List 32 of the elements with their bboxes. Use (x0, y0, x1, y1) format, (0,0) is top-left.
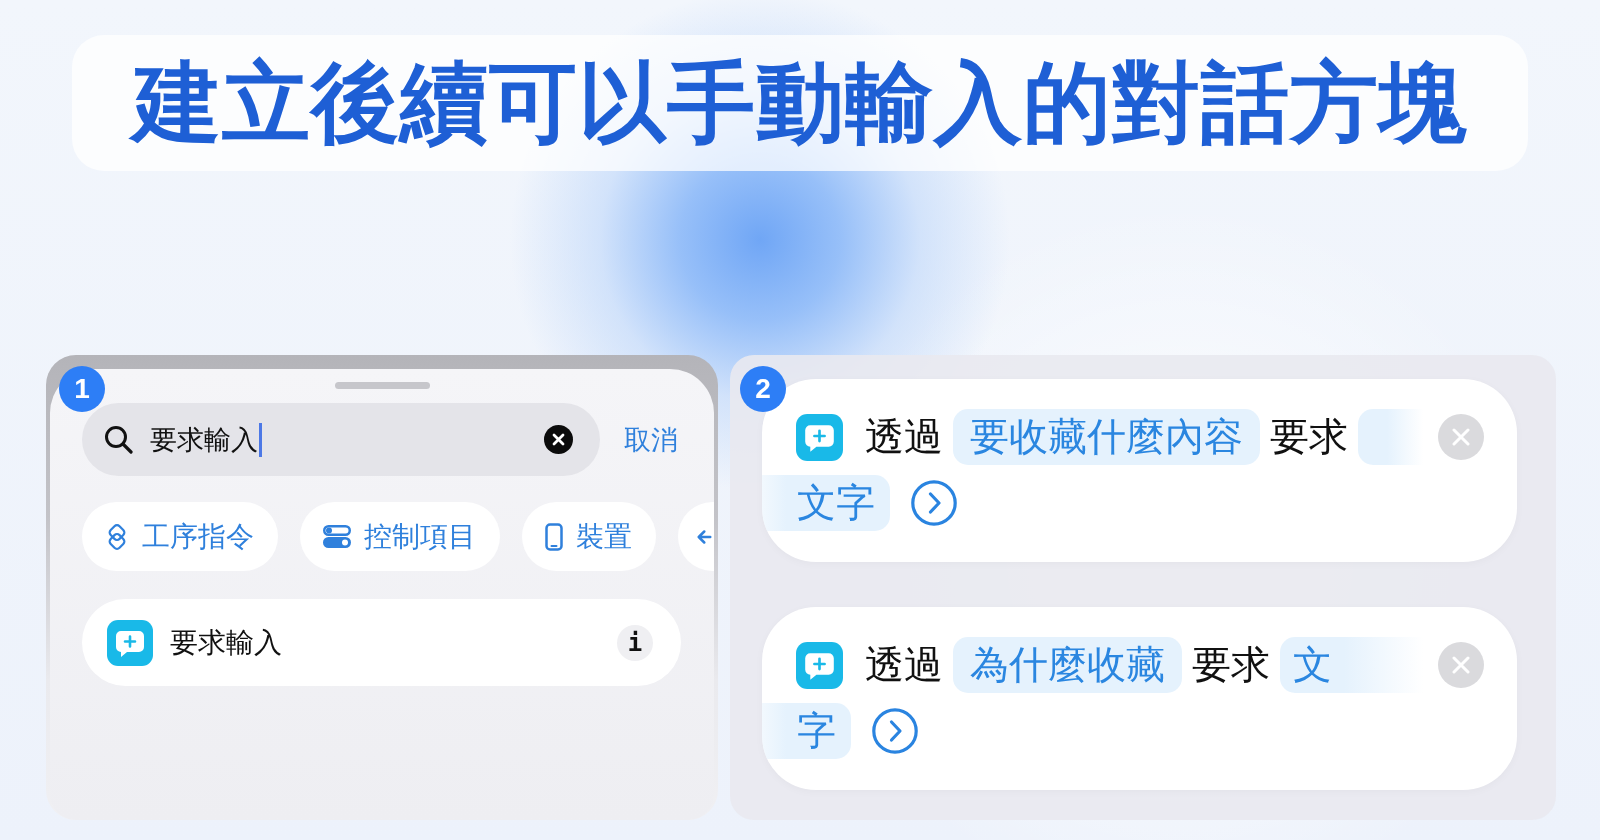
action-text: 透過 (865, 414, 943, 460)
chat-plus-icon (796, 641, 843, 689)
info-button[interactable]: i (617, 624, 653, 661)
action-text: 透過 (865, 642, 943, 688)
action-result[interactable]: 要求輸入 i (82, 599, 681, 686)
variable-token[interactable]: 為什麼收藏 (953, 637, 1182, 693)
action-text: 要求 (1192, 642, 1270, 688)
chat-plus-icon (796, 413, 843, 461)
chat-plus-icon (107, 619, 153, 666)
left-arrow-icon (697, 529, 712, 544)
search-icon (104, 425, 133, 454)
phone-icon (545, 522, 563, 551)
sheet-handle[interactable] (334, 382, 430, 389)
filter-chip[interactable]: 工序指令 (82, 502, 278, 571)
variable-token[interactable]: 要收藏什麼內容 (953, 409, 1260, 465)
filter-chip[interactable]: 裝置 (522, 502, 656, 571)
chevron-circle-icon[interactable] (872, 708, 918, 754)
text-cursor-icon (259, 422, 262, 457)
close-icon (1452, 428, 1470, 446)
action-text: 要求 (1270, 414, 1348, 460)
clear-icon[interactable] (544, 425, 573, 454)
cancel-button[interactable]: 取消 (624, 421, 678, 458)
variable-token[interactable]: 字 (762, 703, 851, 759)
search-field[interactable]: 要求輸入 (82, 403, 600, 476)
filter-chip[interactable]: 控制項目 (300, 502, 500, 571)
toggle-icon (323, 525, 351, 548)
chevron-circle-icon[interactable] (911, 480, 957, 526)
variable-token[interactable]: 文字 (762, 475, 890, 531)
close-icon (1452, 656, 1470, 674)
result-title: 要求輸入 (170, 625, 282, 660)
step-marker: 1 (59, 366, 105, 412)
step-marker: 2 (740, 366, 786, 412)
